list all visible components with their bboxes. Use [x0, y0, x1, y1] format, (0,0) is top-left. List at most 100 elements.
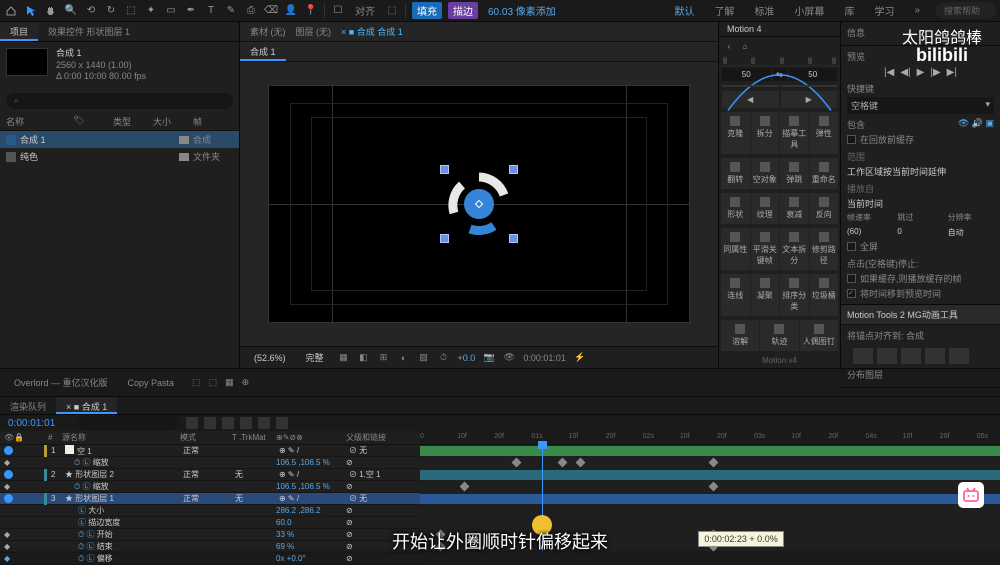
- workspace-default[interactable]: 默认: [670, 3, 698, 18]
- stroke-label[interactable]: 描边: [448, 2, 478, 19]
- motion-back-icon[interactable]: ‹: [722, 39, 736, 53]
- tool-trim-path[interactable]: 修剪路径: [810, 228, 839, 270]
- project-tab[interactable]: 项目: [0, 22, 38, 41]
- overlord-icon-2[interactable]: ⬚: [209, 377, 218, 388]
- home-icon[interactable]: [4, 4, 18, 18]
- framerate-value[interactable]: (60): [847, 227, 893, 238]
- property-row-scale[interactable]: ◆ ⏱ Ⓛ 缩放 106.5 ,106.5 % ⊘: [0, 481, 420, 493]
- tool-dissolve[interactable]: 溶解: [721, 320, 759, 351]
- text-tool-icon[interactable]: T: [204, 4, 218, 18]
- composition-canvas[interactable]: [268, 85, 690, 323]
- col-fps[interactable]: 帧: [193, 115, 233, 128]
- channel-icon[interactable]: ◐: [398, 352, 410, 364]
- project-item-folder[interactable]: 纯色 文件夹: [0, 148, 239, 165]
- layer-row[interactable]: 1 空 1 正常 ⊕ ✎ / ⊘ 无: [0, 445, 420, 457]
- eraser-tool-icon[interactable]: ⌫: [264, 4, 278, 18]
- tl-opt-4[interactable]: [240, 417, 252, 429]
- col-mode[interactable]: 模式: [176, 432, 228, 443]
- help-search[interactable]: 搜索帮助: [936, 2, 996, 19]
- ease-curve[interactable]: [719, 55, 840, 66]
- bilibili-tv-icon[interactable]: [958, 482, 984, 508]
- layer-row[interactable]: 2 ★ 形状图层 2 正常 无 ⊕ ✎ / ⊘ 1.空 1: [0, 469, 420, 481]
- time-ruler[interactable]: 010f20f01s10f20f02s10f20f03s10f20f04s10f…: [420, 431, 1000, 445]
- snapshot-icon[interactable]: 📷: [483, 352, 495, 364]
- workspace-study[interactable]: 学习: [870, 3, 898, 18]
- playfrom-value[interactable]: 当前时间: [847, 197, 994, 210]
- workspace-standard[interactable]: 标准: [750, 3, 778, 18]
- fullscreen-checkbox[interactable]: [847, 242, 856, 251]
- tool-bounce[interactable]: 弹跳: [780, 158, 809, 189]
- tool-flip[interactable]: 翻转: [721, 158, 750, 189]
- cache-checkbox[interactable]: [847, 135, 856, 144]
- skip-value[interactable]: 0: [897, 227, 943, 238]
- overlord-icon-4[interactable]: ⊕: [242, 377, 250, 388]
- tl-opt-2[interactable]: [204, 417, 216, 429]
- tl-opt-6[interactable]: [276, 417, 288, 429]
- hand-tool-icon[interactable]: [44, 4, 58, 18]
- range-value[interactable]: 工作区域按当前时间延伸: [847, 165, 994, 178]
- handle-tl[interactable]: [440, 165, 449, 174]
- tool-clone[interactable]: 克隆: [721, 112, 750, 154]
- col-source[interactable]: 源名称: [58, 432, 176, 443]
- tool-falloff[interactable]: 衰减: [780, 193, 809, 224]
- move-time-checkbox[interactable]: [847, 289, 856, 298]
- workspace-more[interactable]: »: [910, 5, 924, 16]
- tl-opt-1[interactable]: [186, 417, 198, 429]
- grid-icon[interactable]: ▦: [338, 352, 350, 364]
- zoom-dropdown[interactable]: (52.6%): [248, 352, 292, 364]
- property-row-size[interactable]: Ⓛ 大小 286.2 ,286.2 ⊘: [0, 505, 420, 517]
- copypasta-tab[interactable]: Copy Pasta: [122, 376, 181, 390]
- current-timecode[interactable]: 0:00:01:01: [0, 418, 70, 429]
- anchor-btn-1[interactable]: [853, 348, 873, 364]
- tool-rename[interactable]: 重命名: [810, 158, 839, 189]
- handle-bl[interactable]: [440, 234, 449, 243]
- tool-same-prop[interactable]: 同属性: [721, 228, 750, 270]
- puppet-tool-icon[interactable]: 📍: [304, 4, 318, 18]
- roto-tool-icon[interactable]: 👤: [284, 4, 298, 18]
- prev-frame-button[interactable]: ◀|: [900, 67, 910, 78]
- tool-shape[interactable]: 形状: [721, 193, 750, 224]
- transparency-icon[interactable]: ▨: [418, 352, 430, 364]
- tool-sort[interactable]: 排序分类: [780, 274, 809, 316]
- anchor-btn-3[interactable]: [901, 348, 921, 364]
- stroke-value[interactable]: 60.03 像素添加: [484, 3, 560, 18]
- layer-tab[interactable]: 图层 (无): [296, 25, 332, 38]
- col-parent[interactable]: 父级和链接: [342, 432, 402, 443]
- col-tag-icon[interactable]: 🏷: [73, 115, 113, 128]
- fill-label[interactable]: 填充: [412, 2, 442, 19]
- zoom-tool-icon[interactable]: 🔍: [64, 4, 78, 18]
- camera-tool-icon[interactable]: ⬚: [124, 4, 138, 18]
- layer-row-selected[interactable]: 3 ★ 形状图层 1 正常 无 ⊕ ✎ / ⊘ 无: [0, 493, 420, 505]
- motion-home-icon[interactable]: ⌂: [738, 39, 752, 53]
- property-row-start[interactable]: ◆ ⏱ Ⓛ 开始 33 % ⊘: [0, 529, 420, 541]
- exposure-value[interactable]: +0.0: [458, 353, 476, 363]
- workspace-learn[interactable]: 了解: [710, 3, 738, 18]
- first-frame-button[interactable]: |◀: [884, 67, 894, 78]
- property-row-scale[interactable]: ◆ ⏱ Ⓛ 缩放 106.5 ,106.5 % ⊘: [0, 457, 420, 469]
- workspace-lib[interactable]: 库: [840, 3, 858, 18]
- show-snapshot-icon[interactable]: 👁: [503, 352, 515, 364]
- tool-elastic[interactable]: 弹性: [810, 112, 839, 154]
- visibility-toggle[interactable]: [4, 470, 13, 479]
- property-row-end[interactable]: ◆ ⏱ Ⓛ 结束 69 % ⊘: [0, 541, 420, 553]
- motion-tools-header[interactable]: Motion Tools 2 MG动画工具: [841, 305, 1000, 325]
- tool-condense[interactable]: 凝聚: [751, 274, 780, 316]
- shape-layer-object[interactable]: [446, 171, 512, 237]
- effects-tab[interactable]: 效果控件 形状图层 1: [38, 22, 140, 41]
- snap-opt-icon[interactable]: ⬚: [385, 4, 399, 18]
- overlord-icon-1[interactable]: ⬚: [192, 377, 201, 388]
- anchor-btn-2[interactable]: [877, 348, 897, 364]
- col-name[interactable]: 名称: [6, 115, 73, 128]
- tool-reverse[interactable]: 反向: [810, 193, 839, 224]
- snap-checkbox[interactable]: ☐: [331, 4, 345, 18]
- tool-smooth-kf[interactable]: 平滑关键帧: [751, 228, 780, 270]
- timeline-search[interactable]: [78, 416, 178, 430]
- tl-opt-5[interactable]: [258, 417, 270, 429]
- resolution-value[interactable]: 自动: [948, 227, 994, 238]
- tl-opt-3[interactable]: [222, 417, 234, 429]
- tool-trail[interactable]: 轨迹: [760, 320, 798, 351]
- overlord-tab[interactable]: Overlord — 重亿汉化版: [8, 374, 114, 391]
- overlord-icon-3[interactable]: ▦: [225, 377, 234, 388]
- anchor-tool-icon[interactable]: ✦: [144, 4, 158, 18]
- render-queue-tab[interactable]: 渲染队列: [0, 397, 56, 414]
